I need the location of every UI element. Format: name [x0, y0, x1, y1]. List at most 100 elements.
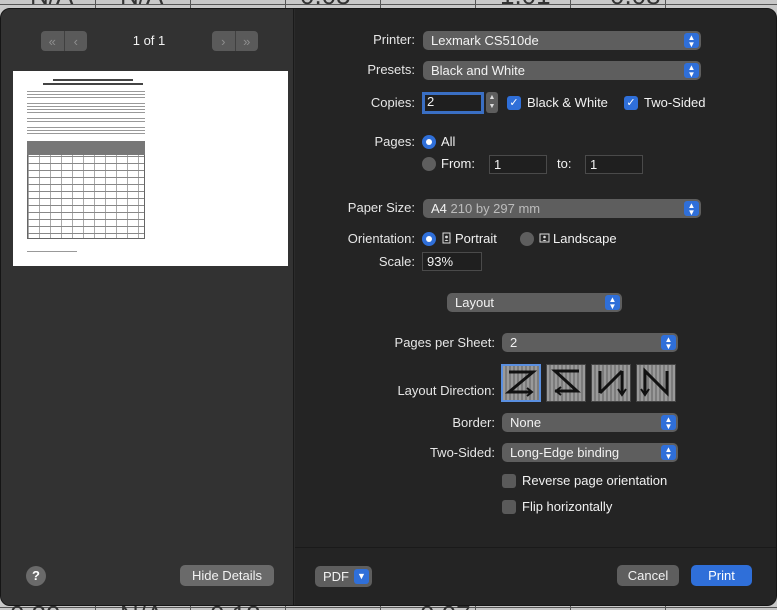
preview-text-line: [27, 127, 145, 128]
chevron-updown-icon: ▲ ▼: [661, 445, 676, 461]
preview-text-line: [27, 109, 145, 110]
two-sided-binding-select[interactable]: Long-Edge binding ▲ ▼: [502, 443, 678, 462]
printer-value: Lexmark CS510de: [431, 33, 539, 48]
landscape-radio[interactable]: [520, 232, 534, 246]
pdf-label: PDF: [323, 569, 349, 584]
layout-n-button[interactable]: [591, 364, 631, 402]
preview-text-line: [27, 103, 145, 104]
paper-size-value: A4: [431, 201, 447, 216]
chevron-down-icon: ▼: [354, 569, 369, 584]
preview-table-header: [27, 141, 145, 155]
chevron-updown-icon: ▲ ▼: [684, 63, 699, 79]
flip-horizontally-label: Flip horizontally: [522, 499, 613, 514]
black-white-label: Black & White: [527, 95, 608, 110]
preview-text-line: [27, 112, 145, 113]
section-value: Layout: [455, 295, 495, 310]
page-indicator: 1 of 1: [132, 33, 166, 48]
pages-from-radio[interactable]: [422, 157, 436, 171]
preview-text-line: [27, 133, 145, 134]
pdf-menu-button[interactable]: PDF ▼: [315, 566, 372, 587]
presets-value: Black and White: [431, 63, 525, 78]
chevron-updown-icon: ▲ ▼: [661, 415, 676, 431]
preview-footer-line: [27, 251, 77, 252]
layout-n-icon: [640, 367, 669, 397]
portrait-option: Portrait: [440, 231, 497, 247]
preview-text-line: [27, 118, 145, 119]
border-select[interactable]: None ▲ ▼: [502, 413, 678, 432]
two-sided-checkbox[interactable]: ✓: [624, 96, 638, 110]
preview-title-line: [43, 83, 143, 85]
layout-direction-label: Layout Direction:: [397, 383, 495, 398]
pages-label: Pages:: [374, 134, 415, 149]
footer-divider: [295, 547, 776, 548]
portrait-radio[interactable]: [422, 232, 436, 246]
printer-select[interactable]: Lexmark CS510de ▲ ▼: [423, 31, 701, 50]
pages-all-radio[interactable]: [422, 135, 436, 149]
layout-reverse-n-icon: [598, 369, 627, 397]
border-label: Border:: [452, 415, 495, 430]
hide-details-button[interactable]: Hide Details: [180, 565, 274, 586]
preview-text-line: [27, 121, 145, 122]
paper-size-select[interactable]: A4 210 by 297 mm ▲ ▼: [423, 199, 701, 218]
two-sided-binding-label: Two-Sided:: [429, 445, 495, 460]
layout-reverse-z-icon: [551, 369, 581, 396]
cancel-button[interactable]: Cancel: [617, 565, 679, 586]
reverse-orientation-label: Reverse page orientation: [522, 473, 668, 488]
layout-z-icon: [505, 370, 538, 397]
pages-to-label: to:: [557, 156, 572, 171]
preview-text-line: [27, 130, 145, 131]
settings-panel: Printer: Lexmark CS510de ▲ ▼ Presets: Bla…: [295, 9, 776, 605]
pages-from-label: From:: [441, 156, 475, 171]
prev-page-icon[interactable]: ‹: [63, 31, 88, 51]
presets-select[interactable]: Black and White ▲ ▼: [423, 61, 701, 80]
pages-from-input[interactable]: 1: [489, 155, 547, 174]
paper-size-label: Paper Size:: [347, 200, 415, 215]
page-back-controls: « ‹: [41, 31, 87, 51]
portrait-label: Portrait: [455, 231, 497, 246]
pages-per-sheet-label: Pages per Sheet:: [394, 335, 495, 350]
preview-text-line: [27, 106, 145, 107]
layout-z-button[interactable]: [501, 364, 541, 402]
page-preview: [13, 71, 288, 266]
next-page-icon[interactable]: ›: [212, 31, 235, 51]
chevron-updown-icon: ▲ ▼: [684, 201, 699, 217]
chevron-updown-icon: ▲ ▼: [605, 295, 620, 311]
flip-horizontally-checkbox[interactable]: [502, 500, 516, 514]
pages-to-input[interactable]: 1: [585, 155, 643, 174]
pages-per-sheet-select[interactable]: 2 ▲ ▼: [502, 333, 678, 352]
black-white-checkbox[interactable]: ✓: [507, 96, 521, 110]
layout-n-reverse-button[interactable]: [636, 364, 676, 402]
scale-label: Scale:: [378, 254, 415, 269]
layout-s-button[interactable]: [546, 364, 586, 402]
sheet-gridline: [0, 607, 777, 608]
help-button[interactable]: ?: [26, 566, 46, 586]
pages-per-sheet-value: 2: [510, 335, 518, 350]
preview-text-line: [27, 97, 145, 98]
preview-text-line: [27, 94, 145, 95]
preview-table: [27, 141, 145, 239]
pages-all-label: All: [441, 134, 456, 149]
orientation-label: Orientation:: [347, 231, 415, 246]
preview-title-line: [53, 79, 133, 81]
two-sided-binding-value: Long-Edge binding: [510, 445, 620, 460]
copies-stepper[interactable]: ▲ ▼: [486, 92, 498, 113]
section-select[interactable]: Layout ▲ ▼: [447, 293, 622, 312]
print-dialog: « ‹ 1 of 1 › » ? Hide Details Printer: L…: [0, 8, 777, 606]
scale-input[interactable]: 93%: [422, 252, 482, 271]
page-forward-controls: › »: [212, 31, 258, 51]
copies-label: Copies:: [370, 95, 415, 110]
landscape-option: Landscape: [538, 231, 617, 247]
preview-sidebar: « ‹ 1 of 1 › » ? Hide Details: [1, 9, 294, 605]
last-page-icon[interactable]: »: [234, 31, 259, 51]
copies-input[interactable]: 2: [422, 92, 484, 114]
print-button[interactable]: Print: [691, 565, 752, 586]
chevron-updown-icon: ▲ ▼: [661, 335, 676, 351]
portrait-icon: [442, 232, 451, 244]
landscape-icon: [539, 233, 550, 243]
first-page-icon[interactable]: «: [41, 31, 64, 51]
reverse-orientation-checkbox[interactable]: [502, 474, 516, 488]
printer-label: Printer:: [373, 32, 415, 47]
two-sided-label: Two-Sided: [644, 95, 706, 110]
preview-text-line: [27, 91, 145, 92]
presets-label: Presets:: [367, 62, 415, 77]
